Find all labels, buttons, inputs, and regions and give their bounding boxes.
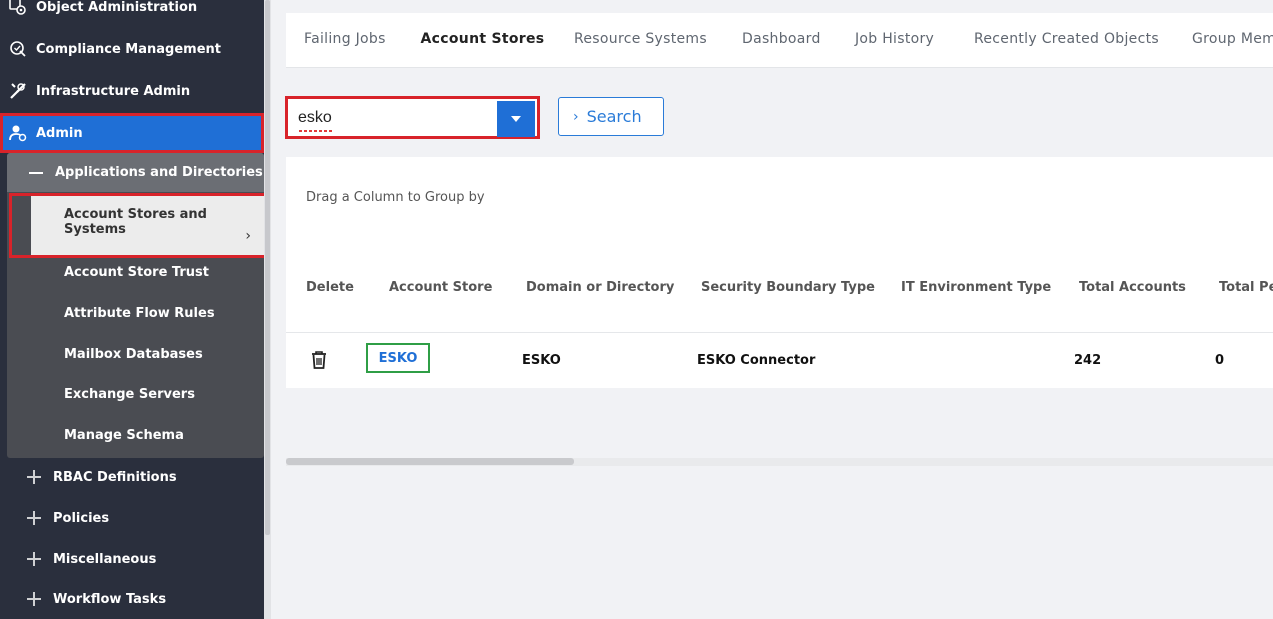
scrollbar-thumb[interactable]	[286, 458, 574, 465]
collapse-icon	[29, 171, 43, 174]
cell-total-pe: 0	[1215, 353, 1225, 368]
caret-down-icon	[510, 112, 522, 127]
nav-label: Miscellaneous	[53, 551, 157, 567]
column-header-it-environment[interactable]: IT Environment Type	[901, 280, 1051, 295]
nav-label: Infrastructure Admin	[36, 83, 191, 99]
column-header-account-store[interactable]: Account Store	[389, 280, 492, 295]
nav-label: Policies	[53, 510, 110, 526]
nav-miscellaneous[interactable]: Miscellaneous	[0, 539, 264, 579]
scrollbar-thumb[interactable]	[265, 0, 270, 535]
tab-failing-jobs[interactable]: Failing Jobs	[304, 13, 386, 67]
tab-group-membership[interactable]: Group Mem	[1192, 13, 1273, 67]
column-header-security-boundary[interactable]: Security Boundary Type	[701, 280, 875, 295]
nav-policies[interactable]: Policies	[0, 498, 264, 538]
nav-label: RBAC Definitions	[53, 469, 177, 485]
chevron-right-icon: ›	[573, 108, 579, 125]
nav-admin[interactable]: Admin	[0, 113, 264, 153]
search-button-label: Search	[586, 107, 642, 126]
spellcheck-underline	[299, 130, 333, 132]
column-header-delete[interactable]: Delete	[306, 280, 354, 295]
user-gear-icon	[7, 122, 29, 144]
submenu-item-manage-schema[interactable]: Manage Schema	[64, 428, 184, 448]
expand-plus-icon	[27, 511, 41, 525]
cell-security-boundary: ESKO Connector	[697, 353, 816, 368]
tab-recently-created-objects[interactable]: Recently Created Objects	[974, 13, 1159, 67]
nav-workflow-tasks[interactable]: Workflow Tasks	[0, 579, 264, 619]
chevron-right-icon: ›	[245, 228, 251, 244]
submenu-item-mailbox-databases[interactable]: Mailbox Databases	[64, 347, 203, 367]
nav-object-administration[interactable]: Object Administration	[0, 0, 264, 27]
dropdown-button[interactable]	[497, 101, 535, 137]
account-store-combobox[interactable]	[285, 96, 540, 139]
expand-plus-icon	[27, 592, 41, 606]
cell-domain: ESKO	[522, 353, 561, 368]
submenu-item-account-stores-and-systems[interactable]: Account Stores and Systems ›	[31, 195, 264, 255]
column-header-domain[interactable]: Domain or Directory	[526, 280, 674, 295]
tab-bar: Failing Jobs Account Stores Resource Sys…	[286, 13, 1273, 68]
nav-infrastructure-admin[interactable]: Infrastructure Admin	[0, 71, 264, 111]
submenu-title: Applications and Directories	[55, 165, 263, 180]
object-gear-icon	[7, 0, 29, 18]
table-row: ESKO ESKO ESKO Connector 242 0	[286, 332, 1273, 389]
submenu-header[interactable]: Applications and Directories	[7, 153, 264, 192]
account-store-link[interactable]: ESKO	[366, 343, 430, 373]
compliance-shield-icon	[7, 38, 29, 60]
tab-dashboard[interactable]: Dashboard	[742, 13, 821, 67]
sidebar-scrollbar[interactable]	[264, 0, 271, 619]
tab-account-stores[interactable]: Account Stores	[409, 13, 556, 67]
tab-resource-systems[interactable]: Resource Systems	[574, 13, 707, 67]
column-header-total-accounts[interactable]: Total Accounts	[1079, 280, 1186, 295]
sidebar: Object Administration Compliance Managem…	[0, 0, 264, 619]
nav-label: Compliance Management	[36, 41, 222, 57]
nav-compliance-management[interactable]: Compliance Management	[0, 29, 264, 69]
search-button[interactable]: › Search	[558, 97, 664, 136]
horizontal-scrollbar[interactable]	[286, 458, 1273, 466]
expand-plus-icon	[27, 470, 41, 484]
expand-plus-icon	[27, 552, 41, 566]
account-stores-grid: Drag a Column to Group by Delete Account…	[286, 157, 1273, 388]
column-header-total-pe[interactable]: Total Pe	[1219, 280, 1273, 295]
nav-label: Workflow Tasks	[53, 591, 167, 607]
cell-total-accounts: 242	[1074, 353, 1102, 368]
group-by-drop-zone[interactable]: Drag a Column to Group by	[306, 190, 485, 205]
tools-icon	[7, 80, 29, 102]
submenu-item-account-store-trust[interactable]: Account Store Trust	[64, 265, 209, 285]
tab-job-history[interactable]: Job History	[855, 13, 934, 67]
trash-icon[interactable]	[310, 350, 328, 374]
submenu-item-exchange-servers[interactable]: Exchange Servers	[64, 387, 195, 407]
nav-rbac-definitions[interactable]: RBAC Definitions	[0, 457, 264, 497]
nav-label: Object Administration	[36, 0, 198, 15]
nav-label: Admin	[36, 125, 83, 141]
submenu-item-label: Account Stores and Systems	[64, 207, 207, 237]
submenu-item-attribute-flow-rules[interactable]: Attribute Flow Rules	[64, 306, 215, 326]
